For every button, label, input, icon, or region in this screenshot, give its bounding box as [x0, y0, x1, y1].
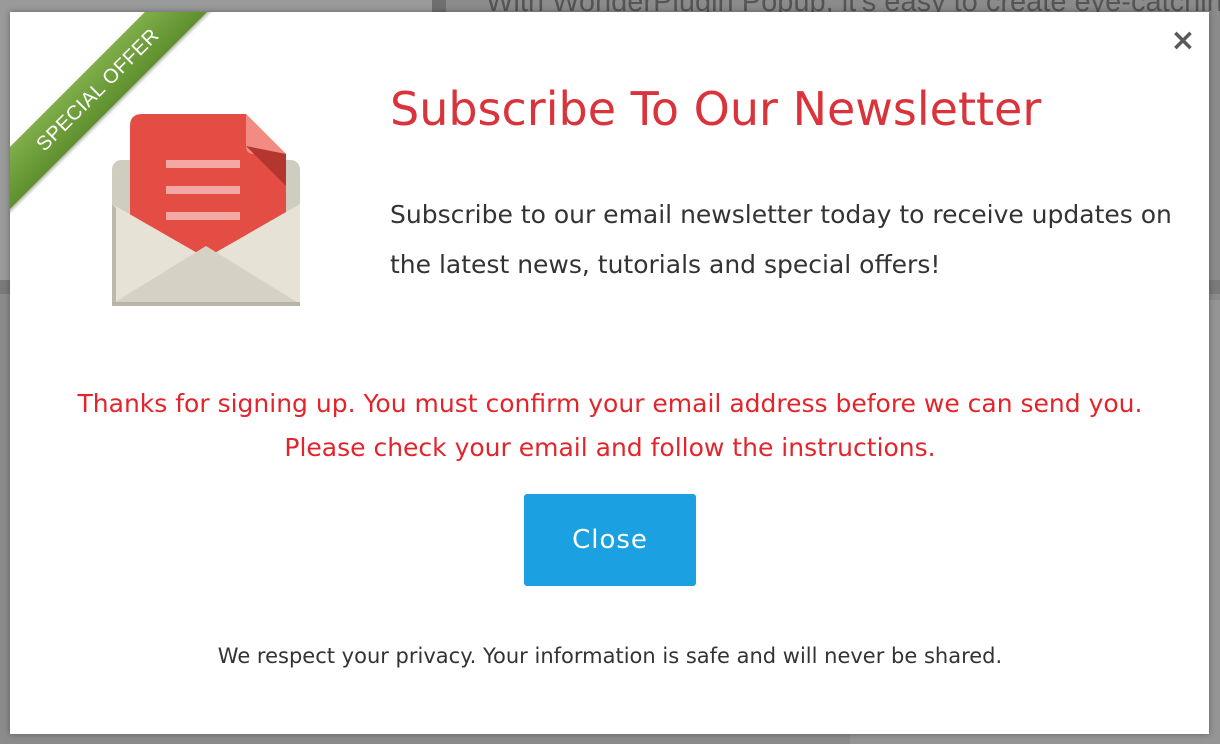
confirmation-message: Thanks for signing up. You must confirm … [77, 389, 1143, 462]
popup-description: Subscribe to our email newsletter today … [390, 200, 1172, 279]
privacy-note: We respect your privacy. Your informatio… [217, 644, 1003, 668]
close-icon[interactable]: × [1168, 26, 1198, 56]
popup-title: Subscribe To Our Newsletter [390, 82, 1042, 136]
newsletter-popup: SPECIAL OFFER × Subscribe To Our Newslet… [10, 12, 1209, 734]
close-button[interactable]: Close [524, 494, 696, 586]
envelope-icon [112, 114, 300, 306]
